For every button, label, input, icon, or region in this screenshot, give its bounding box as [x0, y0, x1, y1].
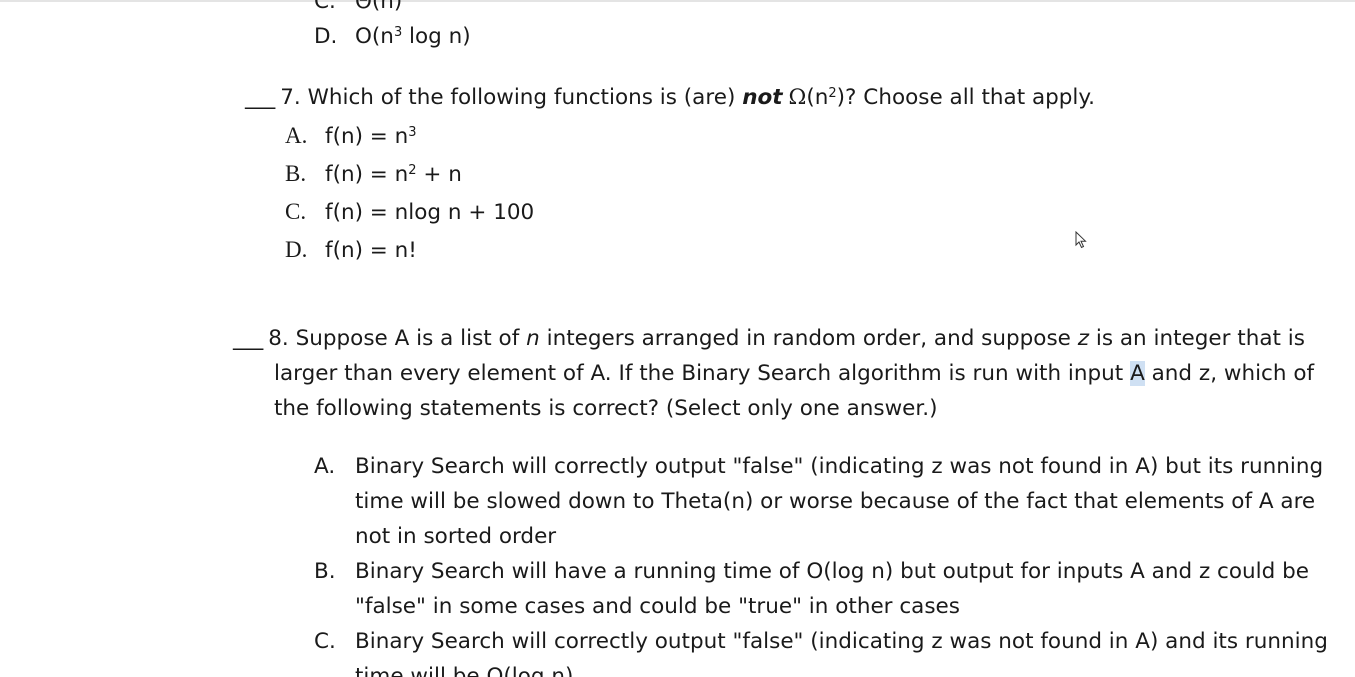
option-label: D.	[285, 237, 308, 262]
q7-option-b: B. f(n) = n2 + n	[285, 160, 462, 189]
option-exponent: 3	[408, 124, 417, 140]
option-label: C.	[314, 0, 336, 14]
q8-option-a: A. Binary Search will correctly output "f…	[314, 453, 1323, 481]
selected-text[interactable]: A	[1130, 361, 1145, 386]
option-exponent: 2	[408, 162, 417, 178]
option-text-line: not in sorted order	[355, 524, 557, 549]
q8-prompt-line-3: the following statements is correct? (Se…	[274, 395, 937, 423]
question-text: 8. Suppose A is a list of	[268, 326, 527, 351]
question-emphasis: not	[742, 85, 783, 110]
mouse-pointer-icon	[1075, 231, 1087, 249]
question-arg-prefix: (n	[806, 85, 829, 110]
option-text-line: time will be O(log n)	[355, 664, 574, 677]
q8-option-c-line-2: time will be O(log n)	[355, 663, 573, 677]
answer-blank[interactable]: ___	[245, 85, 275, 110]
q7-option-a: A. f(n) = n3	[285, 122, 417, 151]
option-text-prefix: O(n	[355, 24, 394, 49]
option-text-prefix: f(n) = n!	[325, 238, 417, 263]
q7-option-c: C. f(n) = nlog n + 100	[285, 198, 534, 227]
q6-option-c: C. Θ(n)	[314, 0, 402, 16]
q7-option-d: D. f(n) = n!	[285, 236, 417, 265]
q8-prompt-line-2: larger than every element of A. If the B…	[274, 360, 1314, 388]
option-text-line: Binary Search will correctly output "fal…	[355, 629, 1328, 654]
option-label: C.	[314, 629, 336, 654]
option-text-line: Binary Search will have a running time o…	[355, 559, 1309, 584]
q8-option-c: C. Binary Search will correctly output "f…	[314, 628, 1328, 656]
option-label: D.	[314, 24, 338, 49]
option-text-line: Binary Search will correctly output "fal…	[355, 454, 1324, 479]
question-arg-suffix: )? Choose all that apply.	[836, 85, 1095, 110]
q8-prompt-line-1: ___ 8. Suppose A is a list of n integers …	[233, 325, 1305, 353]
answer-blank[interactable]: ___	[233, 326, 263, 351]
option-label: B.	[314, 559, 336, 584]
question-text: is an integer that is	[1089, 326, 1305, 351]
question-text: larger than every element of A. If the B…	[274, 361, 1131, 386]
omega-symbol: Ω	[788, 85, 807, 110]
option-label: A.	[285, 123, 308, 148]
question-text: and z, which of	[1144, 361, 1315, 386]
option-text-prefix: f(n) = n	[325, 124, 409, 149]
question-text: Which of the following functions is (are…	[307, 85, 736, 110]
option-exponent: 3	[393, 24, 403, 40]
option-label: B.	[285, 161, 307, 186]
option-text-suffix: + n	[416, 162, 462, 187]
option-label: C.	[285, 199, 307, 224]
option-text-line: "false" in some cases and could be "true…	[355, 594, 960, 619]
question-text: integers arranged in random order, and s…	[539, 326, 1078, 351]
q8-option-b: B. Binary Search will have a running time…	[314, 558, 1309, 586]
option-text-prefix: f(n) = nlog n + 100	[325, 200, 535, 225]
option-label: A.	[314, 454, 336, 479]
variable-n: n	[526, 326, 540, 351]
option-text-prefix: f(n) = n	[325, 162, 409, 187]
q8-option-b-line-2: "false" in some cases and could be "true…	[355, 593, 960, 621]
q8-option-a-line-3: not in sorted order	[355, 523, 556, 551]
option-text-line: time will be slowed down to Theta(n) or …	[355, 489, 1316, 514]
q8-option-a-line-2: time will be slowed down to Theta(n) or …	[355, 488, 1315, 516]
variable-z: z	[1077, 326, 1090, 351]
q7-prompt: ___ 7. Which of the following functions i…	[245, 84, 1095, 112]
question-arg-exponent: 2	[828, 85, 837, 101]
page-top-edge	[0, 0, 1355, 2]
option-text: Θ(n)	[355, 0, 403, 14]
question-text: the following statements is correct? (Se…	[274, 396, 938, 421]
question-number: 7.	[280, 85, 301, 110]
q6-option-d: D. O(n3 log n)	[314, 23, 471, 51]
option-text-suffix: log n)	[402, 24, 471, 49]
